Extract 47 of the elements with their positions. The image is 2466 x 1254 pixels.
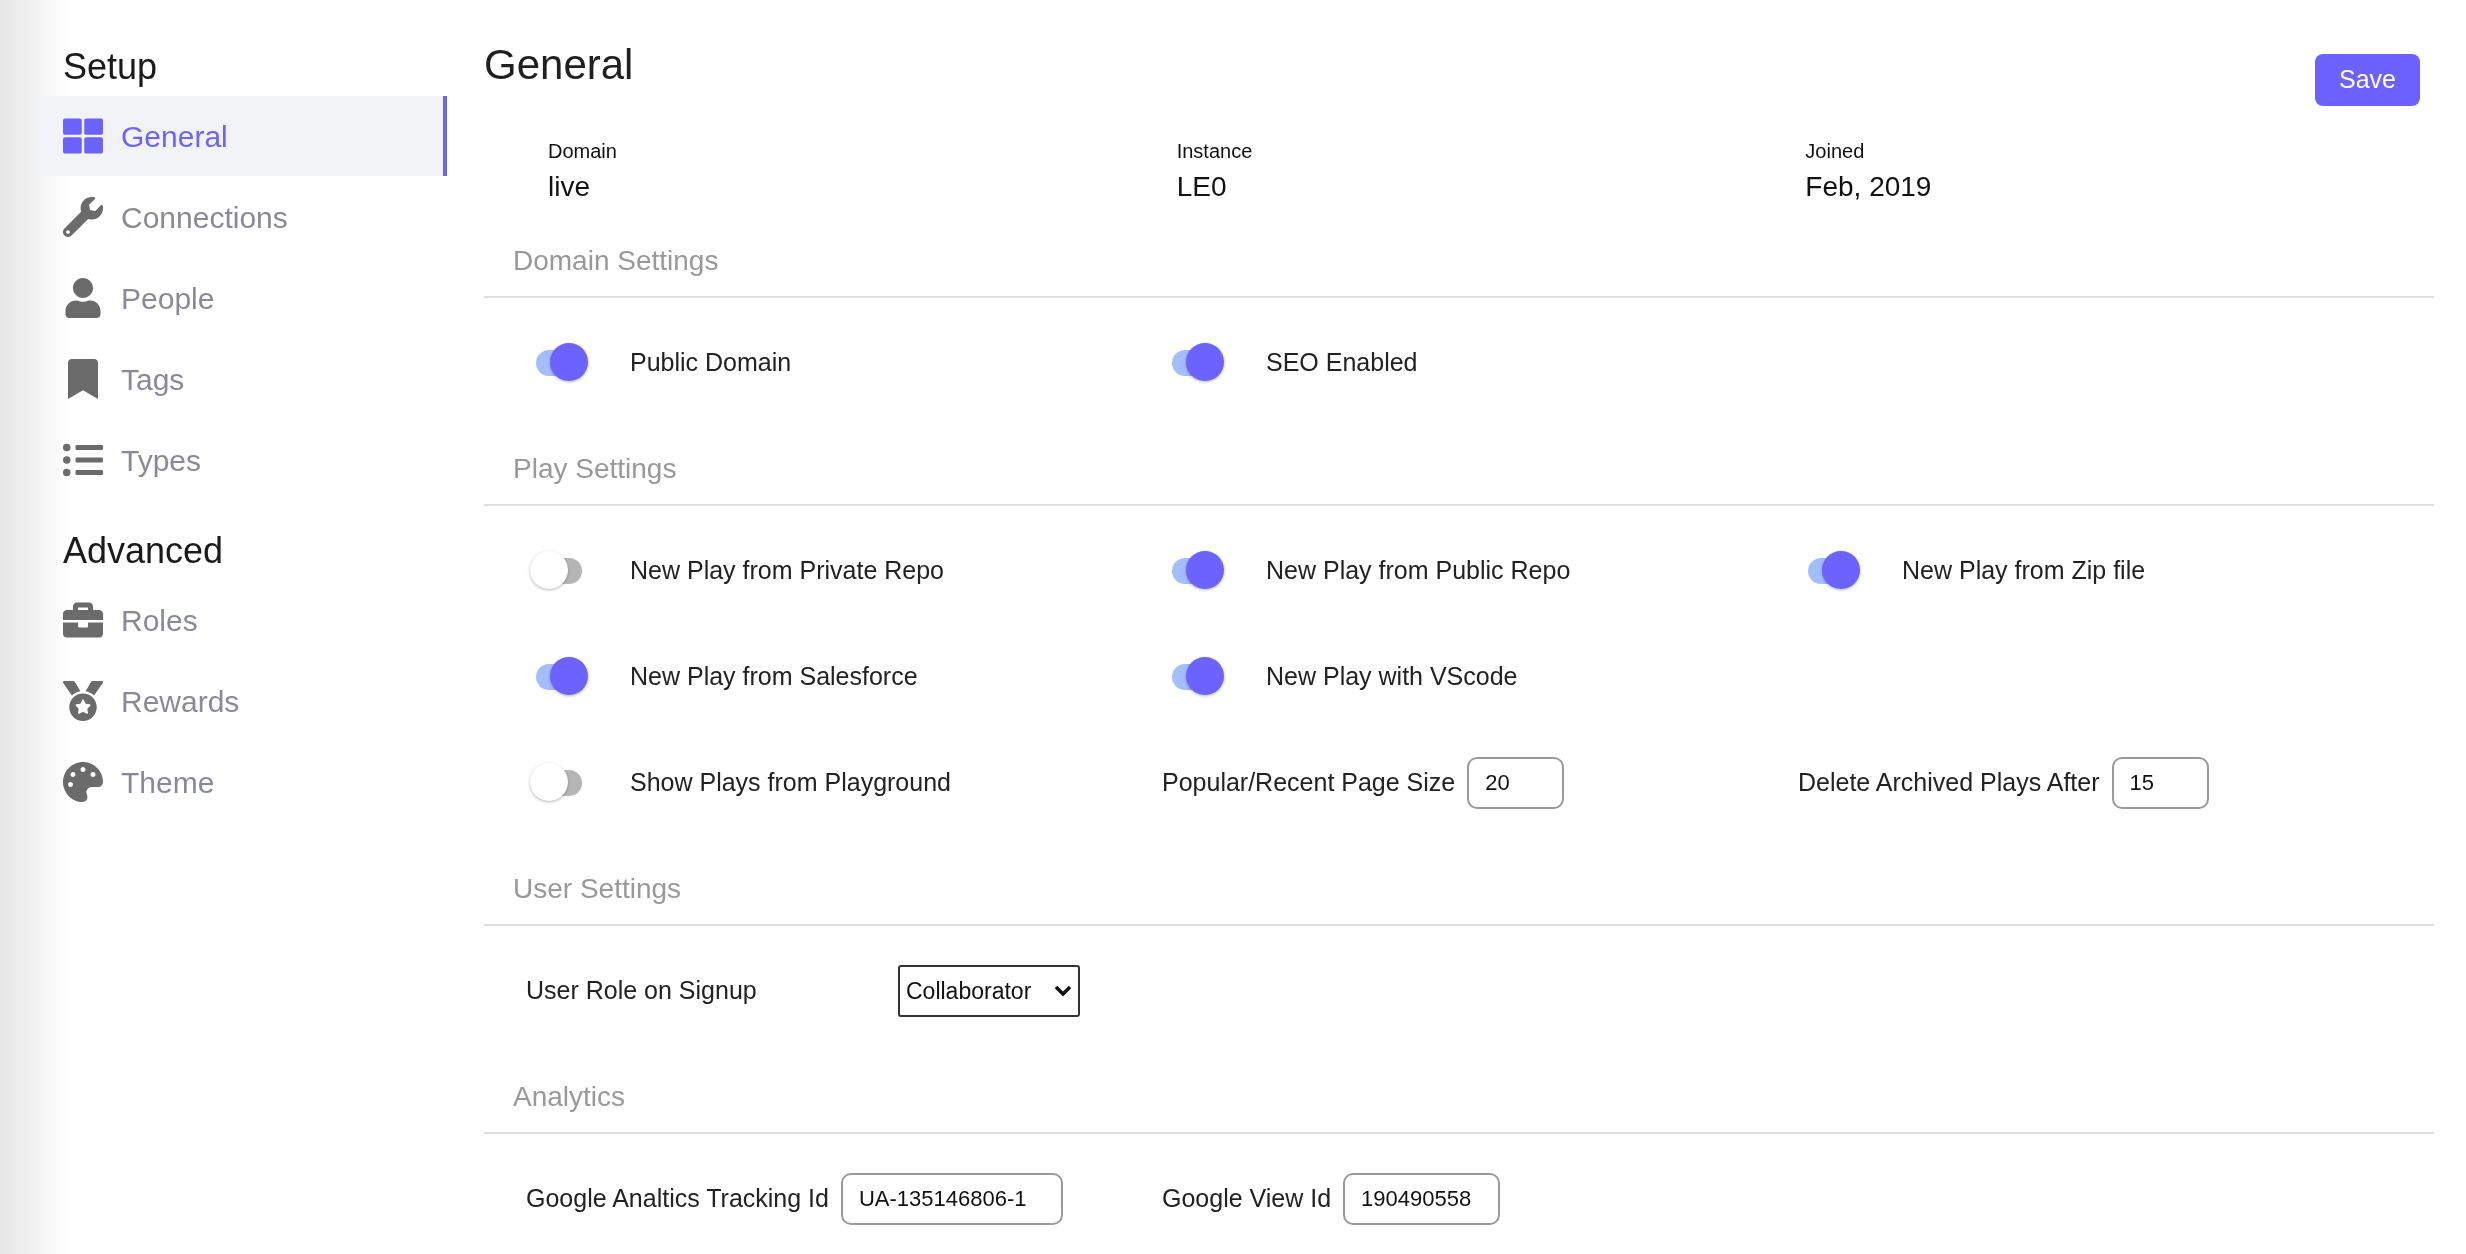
toggle-label: Public Domain: [630, 347, 792, 379]
sidebar-item[interactable]: Connections: [35, 177, 447, 257]
sidebar-item[interactable]: Tags: [35, 339, 447, 419]
toggle-label: New Play from Private Repo: [630, 555, 944, 587]
section-heading: User Settings: [512, 873, 682, 904]
page-title: General: [484, 40, 634, 90]
info-value: Feb, 2019: [1805, 170, 1933, 204]
sidebar-item[interactable]: Rewards: [35, 661, 447, 741]
toggle-label: New Play from Zip file: [1902, 555, 2146, 587]
info-label: Joined: [1805, 139, 1866, 164]
person-icon: [63, 278, 103, 318]
sidebar-heading: Setup: [62, 45, 159, 89]
sidebar-item[interactable]: People: [35, 258, 447, 338]
toggle-label: SEO Enabled: [1266, 347, 1418, 379]
toggle-label: New Play from Salesforce: [630, 661, 918, 693]
sidebar-item[interactable]: General: [35, 96, 447, 176]
field-label: Delete Archived Plays After: [1798, 767, 2100, 799]
medal-icon: [63, 681, 103, 721]
field-label: Popular/Recent Page Size: [1162, 767, 1456, 799]
toggle-label: Show Plays from Playground: [630, 767, 951, 799]
info-label: Instance: [1176, 139, 1254, 164]
sidebar-heading: Advanced: [62, 529, 225, 573]
input-field[interactable]: 20: [1467, 757, 1565, 809]
section-heading: Play Settings: [512, 453, 677, 484]
sidebar-item[interactable]: Roles: [35, 580, 447, 660]
wrench-icon: [63, 197, 103, 237]
field-label: User Role on Signup: [526, 975, 758, 1007]
input-field[interactable]: 15: [2111, 757, 2209, 809]
toggle-label: New Play from Public Repo: [1266, 555, 1571, 587]
chevron-down-icon: [1054, 985, 1072, 997]
sidebar-item[interactable]: Theme: [35, 742, 447, 822]
info-value: live: [548, 170, 591, 204]
field-label: Google View Id: [1162, 1183, 1332, 1215]
input-field[interactable]: 190490558: [1343, 1173, 1501, 1225]
input-field[interactable]: UA-135146806-1: [840, 1173, 1063, 1225]
sidebar-item[interactable]: Types: [35, 420, 447, 500]
palette-icon: [63, 762, 103, 802]
info-value: LE0: [1176, 170, 1228, 204]
briefcase-icon: [63, 600, 103, 640]
grid-icon: [63, 116, 103, 156]
role-dropdown[interactable]: Collaborator: [898, 965, 1080, 1017]
section-heading: Domain Settings: [512, 245, 719, 276]
section-heading: Analytics: [512, 1081, 626, 1112]
field-label: Google Analtics Tracking Id: [526, 1183, 829, 1215]
toggle-label: New Play with VScode: [1266, 661, 1518, 693]
info-label: Domain: [548, 139, 618, 164]
save-button[interactable]: Save: [2315, 54, 2420, 106]
